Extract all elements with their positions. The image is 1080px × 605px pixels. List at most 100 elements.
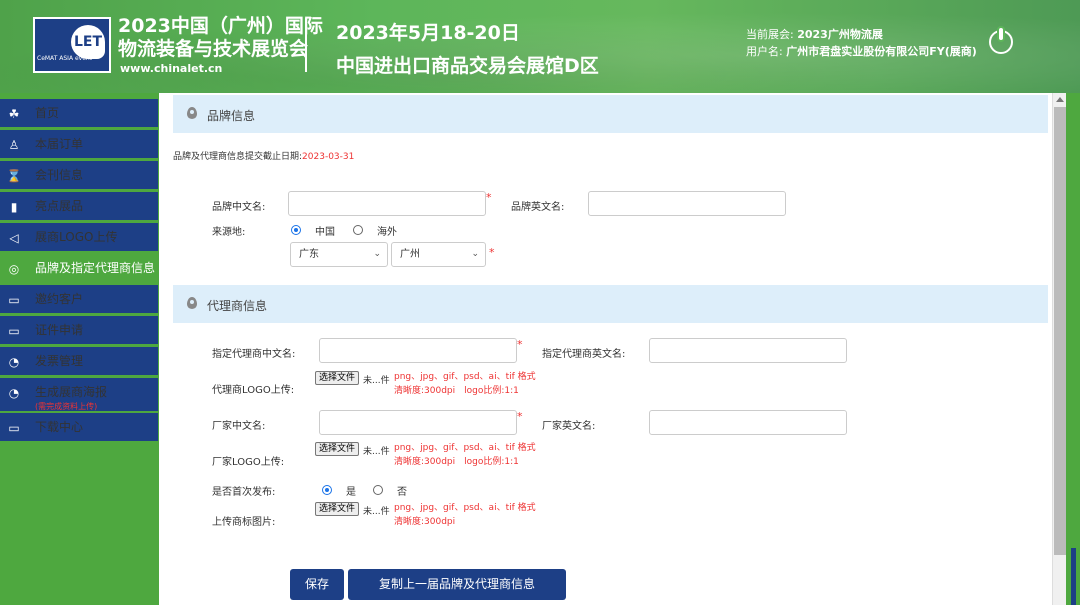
agent-section-header: 代理商信息	[173, 285, 1048, 323]
brand-cn-input[interactable]	[288, 191, 486, 216]
pie-chart-icon: ◔	[8, 355, 20, 369]
user-name: 广州市君盘实业股份有限公司FY(展商)	[786, 45, 977, 58]
copy-previous-button[interactable]: 复制上一届品牌及代理商信息	[348, 569, 566, 600]
sidebar-item-logo-upload[interactable]: ◁ 展商LOGO上传	[0, 223, 158, 252]
sidebar-nav: ☘ 首页 ♙ 本届订单 ⌛ 会刊信息 ▮ 亮点展品 ◁ 展商LOGO上传 ◎ 品…	[0, 93, 159, 605]
agent-logo-file-status: 未...件	[363, 376, 390, 386]
current-show-label: 当前展会:	[746, 28, 794, 41]
logo-mark: LET	[71, 25, 105, 59]
deadline-date: 2023-03-31	[302, 152, 355, 162]
folder-icon: ▭	[8, 324, 20, 338]
logout-power-icon[interactable]	[989, 28, 1013, 54]
right-edge-panel	[1066, 93, 1080, 605]
sidebar-item-invoice[interactable]: ◔ 发票管理	[0, 347, 158, 376]
chevron-down-icon: ⌄	[471, 249, 479, 259]
province-select[interactable]: 广东 ⌄	[290, 242, 388, 267]
agent-logo-file-button[interactable]: 选择文件	[315, 371, 360, 385]
origin-overseas-label: 海外	[377, 227, 397, 238]
city-select[interactable]: 广州 ⌄	[391, 242, 486, 267]
first-release-yes-label: 是	[346, 487, 356, 498]
sidebar-item-note: (需完成资料上传)	[35, 402, 98, 411]
brand-cn-label: 品牌中文名:	[212, 202, 266, 213]
origin-china-radio[interactable]	[291, 225, 301, 235]
sidebar-item-home[interactable]: ☘ 首页	[0, 99, 158, 128]
location-pin-icon	[187, 297, 197, 309]
sidebar-item-label: 亮点展品	[35, 199, 84, 213]
maker-cn-input[interactable]	[319, 410, 517, 435]
first-release-label: 是否首次发布:	[212, 487, 276, 498]
required-mark: *	[489, 246, 495, 259]
required-mark: *	[486, 191, 492, 204]
agent-en-label: 指定代理商英文名:	[542, 349, 626, 360]
vertical-scrollbar[interactable]	[1052, 93, 1066, 605]
current-show-value: 2023广州物流展	[797, 28, 883, 41]
sidebar-item-label: 下载中心	[35, 420, 84, 434]
sidebar-item-badges[interactable]: ▭ 证件申请	[0, 316, 158, 345]
expo-date: 2023年5月18-20日	[336, 22, 520, 44]
folder-icon: ▭	[8, 293, 20, 307]
first-release-no-label: 否	[397, 487, 407, 498]
user-info: 用户名: 广州市君盘实业股份有限公司FY(展商)	[746, 43, 977, 59]
expo-url: www.chinalet.cn	[120, 62, 223, 75]
origin-label: 来源地:	[212, 227, 246, 238]
scrollbar-thumb[interactable]	[1054, 107, 1066, 555]
chevron-down-icon: ⌄	[373, 249, 381, 259]
save-button[interactable]: 保存	[290, 569, 344, 600]
city-value: 广州	[400, 249, 420, 260]
brand-en-input[interactable]	[588, 191, 786, 216]
first-release-yes-radio[interactable]	[322, 485, 332, 495]
sidebar-item-catalog[interactable]: ⌛ 会刊信息	[0, 161, 158, 190]
sidebar-item-label: 生成展商海报	[35, 385, 108, 399]
sidebar-item-label: 发票管理	[35, 354, 84, 368]
trademark-file-status: 未...件	[363, 507, 390, 517]
agent-cn-input[interactable]	[319, 338, 517, 363]
location-pin-icon	[187, 107, 197, 119]
expo-title-line1: 2023中国（广州）国际	[118, 15, 323, 37]
logo-subtext: CeMAT ASIA event	[37, 55, 93, 62]
agent-logo-label: 代理商LOGO上传:	[212, 385, 295, 396]
expo-venue: 中国进出口商品交易会展馆D区	[336, 55, 599, 77]
maker-logo-format-hint: png、jpg、gif、psd、ai、tif 格式	[394, 443, 536, 453]
maker-en-input[interactable]	[649, 410, 847, 435]
sidebar-item-label: 本届订单	[35, 137, 84, 151]
sidebar-item-orders[interactable]: ♙ 本届订单	[0, 130, 158, 159]
scroll-up-arrow-icon[interactable]	[1056, 97, 1064, 102]
deadline-label: 品牌及代理商信息提交截止日期:	[173, 152, 303, 162]
origin-china-label: 中国	[315, 227, 335, 238]
province-value: 广东	[299, 249, 319, 260]
first-release-no-radio[interactable]	[373, 485, 383, 495]
maker-logo-file-button[interactable]: 选择文件	[315, 442, 360, 456]
agent-cn-label: 指定代理商中文名:	[212, 349, 296, 360]
sidebar-item-label: 品牌及指定代理商信息	[35, 261, 156, 275]
folder-icon: ▭	[8, 421, 20, 435]
maker-en-label: 厂家英文名:	[542, 421, 596, 432]
megaphone-icon: ◁	[9, 231, 19, 245]
maker-logo-file-status: 未...件	[363, 447, 390, 457]
sidebar-item-highlights[interactable]: ▮ 亮点展品	[0, 192, 158, 221]
brand-en-label: 品牌英文名:	[511, 202, 565, 213]
sidebar-item-label: 首页	[35, 106, 60, 120]
sidebar-item-poster[interactable]: ◔ 生成展商海报 (需完成资料上传)	[0, 378, 158, 412]
sidebar-item-invite[interactable]: ▭ 邀约客户	[0, 285, 158, 314]
maker-logo-resolution-hint: 清晰度:300dpi logo比例:1:1	[394, 457, 519, 467]
section-title: 代理商信息	[207, 299, 268, 313]
section-title: 品牌信息	[207, 109, 256, 123]
main-content: 品牌信息 品牌及代理商信息提交截止日期:2023-03-31 品牌中文名: * …	[159, 93, 1052, 605]
sidebar-item-label: 证件申请	[35, 323, 84, 337]
sidebar-item-brand-agent[interactable]: ◎ 品牌及指定代理商信息	[0, 254, 158, 283]
header-banner: LET CeMAT ASIA event 2023中国（广州）国际 物流装备与技…	[0, 0, 1080, 93]
trademark-file-button[interactable]: 选择文件	[315, 502, 360, 516]
origin-overseas-radio[interactable]	[353, 225, 363, 235]
expo-title-line2: 物流装备与技术展览会	[118, 38, 309, 60]
sidebar-item-label: 会刊信息	[35, 168, 84, 182]
pie-chart-icon: ◔	[8, 386, 20, 400]
agent-en-input[interactable]	[649, 338, 847, 363]
edge-bar	[1071, 548, 1076, 605]
user-label: 用户名:	[746, 45, 783, 58]
sidebar-item-downloads[interactable]: ▭ 下载中心	[0, 413, 158, 442]
maker-cn-label: 厂家中文名:	[212, 421, 266, 432]
required-mark: *	[517, 338, 523, 351]
maker-logo-label: 厂家LOGO上传:	[212, 457, 285, 468]
handshake-icon: ☘	[8, 107, 20, 121]
agent-logo-resolution-hint: 清晰度:300dpi logo比例:1:1	[394, 386, 519, 396]
